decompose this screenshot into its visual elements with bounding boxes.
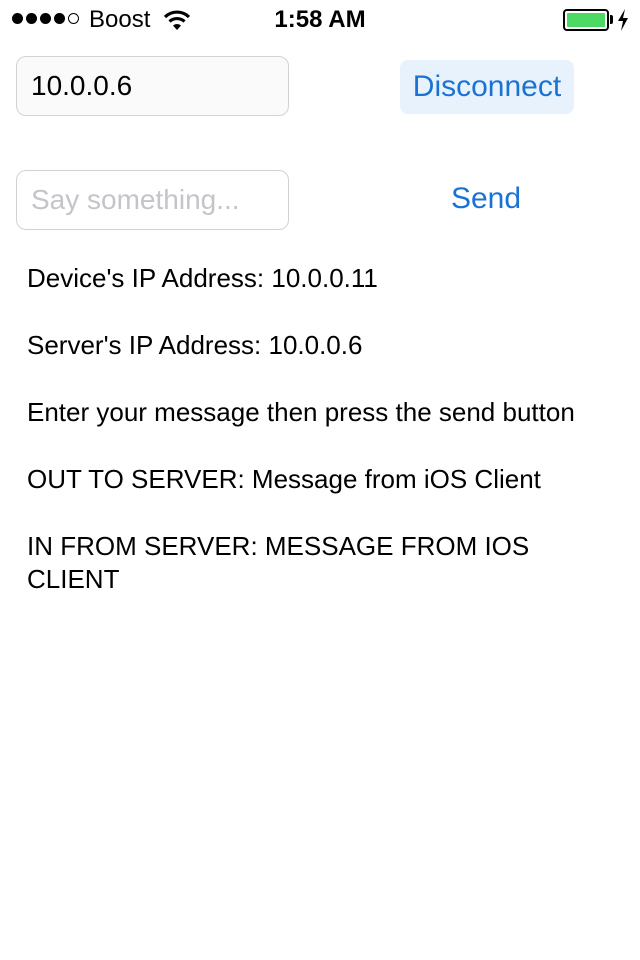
incoming-message-label: IN FROM SERVER: MESSAGE FROM IOS CLIENT xyxy=(27,531,530,594)
message-log: Device's IP Address: 10.0.0.11 Server's … xyxy=(27,262,617,630)
instructions-label: Enter your message then press the send b… xyxy=(27,397,575,427)
send-button[interactable]: Send xyxy=(430,172,542,226)
device-ip-label: Device's IP Address: 10.0.0.11 xyxy=(27,263,378,293)
battery-level xyxy=(567,13,605,27)
disconnect-button[interactable]: Disconnect xyxy=(400,60,574,114)
server-ip-label: Server's IP Address: 10.0.0.6 xyxy=(27,330,363,360)
app-screen: Boost 1:58 AM Disconnect Send Device's I… xyxy=(0,0,640,960)
status-bar: Boost 1:58 AM xyxy=(0,0,640,40)
charging-bolt-icon xyxy=(618,9,628,31)
battery-terminal xyxy=(610,15,613,24)
message-input[interactable] xyxy=(16,170,289,230)
ip-address-input[interactable] xyxy=(16,56,289,116)
outgoing-message-label: OUT TO SERVER: Message from iOS Client xyxy=(27,464,541,494)
status-time: 1:58 AM xyxy=(274,6,366,33)
battery-icon xyxy=(563,9,609,31)
